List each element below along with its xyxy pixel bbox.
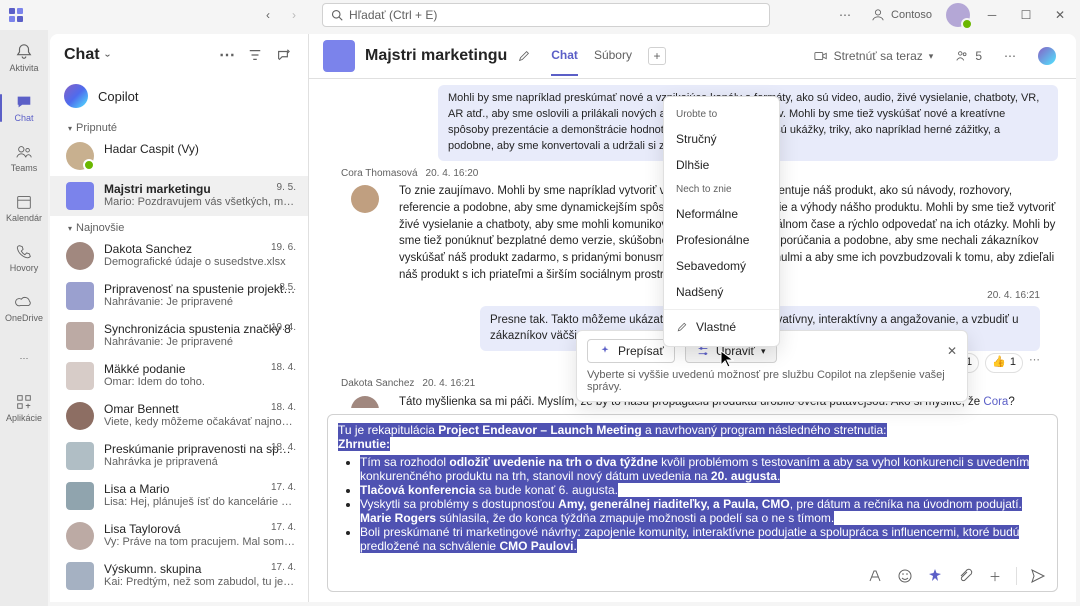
tab-chat[interactable]: Chat [551, 36, 578, 76]
search-placeholder: Hľadať (Ctrl + E) [349, 8, 437, 22]
chevron-down-icon[interactable]: › [102, 53, 113, 56]
msg-author: Dakota Sanchez [341, 377, 414, 392]
chat-item[interactable]: Lisa TaylorováVy: Práve na tom pracujem.… [50, 516, 308, 556]
chat-item[interactable]: Mäkké podanieOmar: Idem do toho.18. 4. [50, 356, 308, 396]
video-icon [814, 49, 828, 63]
dropdown-option-concise[interactable]: Stručný [664, 126, 779, 152]
dropdown-option-confident[interactable]: Sebavedomý [664, 253, 779, 279]
nav-forward-icon[interactable]: › [284, 5, 304, 25]
rail-calendar[interactable]: Kalendár [0, 184, 48, 232]
dropdown-option-enthusiastic[interactable]: Nadšený [664, 279, 779, 305]
bell-icon [15, 43, 33, 61]
compose-text[interactable]: Tu je rekapitulácia Project Endeavor – L… [328, 415, 1057, 561]
section-recent[interactable]: ▾Najnovšie [50, 216, 308, 236]
maximize-icon[interactable]: ☐ [1012, 1, 1040, 29]
adjust-dropdown: Urobte to Stručný Dlhšie Nech to znie Ne… [663, 96, 780, 347]
msg-time: 20. 4. 16:21 [422, 377, 475, 392]
org-name: Contoso [891, 9, 932, 21]
rail-activity[interactable]: Aktivita [0, 34, 48, 82]
chat-item-hadar[interactable]: Hadar Caspit (Vy) [50, 136, 308, 176]
org-switch[interactable]: Contoso [865, 1, 938, 29]
people-icon [955, 49, 969, 63]
chat-icon [15, 93, 33, 111]
mention[interactable]: Cora [983, 396, 1008, 408]
copilot-label: Copilot [98, 89, 138, 104]
rail-more-icon[interactable]: ⋯ [0, 334, 48, 382]
msg-author: Cora Thomasová [341, 167, 418, 182]
nav-back-icon[interactable]: ‹ [258, 5, 278, 25]
chat-item[interactable]: Omar BennettViete, kedy môžeme očakávať … [50, 396, 308, 436]
people-button[interactable]: 5 [949, 45, 988, 67]
avatar [351, 396, 379, 408]
tab-add-icon[interactable]: + [648, 47, 666, 65]
phone-icon [15, 243, 33, 261]
format-icon[interactable] [866, 567, 884, 585]
minimize-icon[interactable]: ─ [978, 1, 1006, 29]
rail-onedrive[interactable]: OneDrive [0, 284, 48, 332]
dropdown-option-longer[interactable]: Dlhšie [664, 152, 779, 178]
tab-files[interactable]: Súbory [594, 36, 632, 76]
apps-icon [15, 393, 33, 411]
rail-chat[interactable]: Chat [0, 84, 48, 132]
rail-calls[interactable]: Hovory [0, 234, 48, 282]
rail-teams[interactable]: Teams [0, 134, 48, 182]
panel-hint: Vyberte si vyššie uvedenú možnosť pre sl… [587, 369, 957, 393]
avatar [351, 185, 379, 213]
compose-add-icon[interactable]: ＋ [986, 567, 1004, 585]
chat-item[interactable]: Preskúmanie pripravenosti na spus…Nahráv… [50, 436, 308, 476]
new-chat-icon[interactable] [272, 44, 294, 66]
dropdown-option-professional[interactable]: Profesionálne [664, 227, 779, 253]
dropdown-option-casual[interactable]: Neformálne [664, 201, 779, 227]
send-icon[interactable] [1029, 567, 1047, 585]
close-panel-icon[interactable]: ✕ [947, 344, 957, 358]
close-window-icon[interactable]: ✕ [1046, 1, 1074, 29]
copilot-header-icon[interactable] [1032, 43, 1062, 69]
search-icon [331, 9, 343, 21]
more-chats-icon[interactable]: ⋯ [216, 44, 238, 66]
teams-app-icon [6, 5, 26, 25]
section-pinned[interactable]: ▾Pripnuté [50, 116, 308, 136]
copilot-icon [64, 84, 88, 108]
meet-now-button[interactable]: Stretnúť sa teraz ▾ [808, 45, 940, 67]
cloud-icon [15, 293, 33, 311]
chat-item[interactable]: Pripravenosť na spustenie projektu …Nahr… [50, 276, 308, 316]
org-icon [871, 8, 885, 22]
dropdown-section: Urobte to [664, 103, 779, 126]
avatar[interactable] [944, 1, 972, 29]
attach-icon[interactable] [956, 567, 974, 585]
more-icon[interactable]: ⋯ [831, 1, 859, 29]
chevron-down-icon: ▾ [761, 346, 766, 357]
msg-time: 20. 4. 16:20 [426, 167, 479, 182]
chat-item[interactable]: Výskumn. skupinaKai: Predtým, než som za… [50, 556, 308, 596]
sparkle-icon [598, 344, 612, 358]
pencil-icon [676, 321, 688, 333]
edit-title-icon[interactable] [517, 49, 531, 63]
copilot-compose-icon[interactable] [926, 567, 944, 585]
dropdown-section: Nech to znie [664, 178, 779, 201]
chat-item[interactable]: Synchronizácia spustenia značky 8Nahráva… [50, 316, 308, 356]
chat-more-icon[interactable]: ⋯ [998, 45, 1022, 67]
chatlist-title: Chat [64, 46, 100, 64]
filter-icon[interactable] [244, 44, 266, 66]
chevron-down-icon: ▾ [929, 51, 934, 62]
people-icon [15, 143, 33, 161]
chat-title: Majstri marketingu [365, 47, 507, 65]
search-input[interactable]: Hľadať (Ctrl + E) [322, 3, 770, 27]
chat-item[interactable]: Dakota SanchezDemografické údaje o sused… [50, 236, 308, 276]
chat-item-majstri[interactable]: Majstri marketinguMario: Pozdravujem vás… [50, 176, 308, 216]
compose-box[interactable]: Tu je rekapitulácia Project Endeavor – L… [327, 414, 1058, 592]
copilot-row[interactable]: Copilot [50, 76, 308, 116]
emoji-icon[interactable] [896, 567, 914, 585]
calendar-icon [15, 193, 33, 211]
rewrite-button[interactable]: Prepísať [587, 339, 675, 363]
rail-apps[interactable]: Aplikácie [0, 384, 48, 432]
chat-avatar [323, 40, 355, 72]
dropdown-option-custom[interactable]: Vlastné [664, 314, 779, 340]
chat-item[interactable]: Lisa a MarioLisa: Hej, plánuješ ísť do k… [50, 476, 308, 516]
